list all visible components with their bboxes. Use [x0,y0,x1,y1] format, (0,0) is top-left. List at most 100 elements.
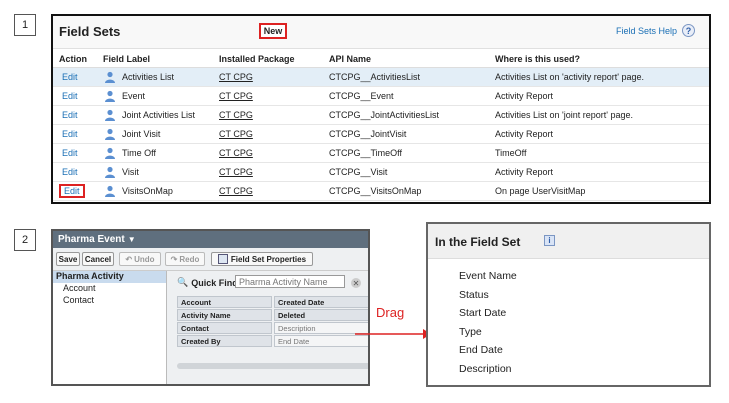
column-header-field-label: Field Label [97,51,213,68]
edit-link[interactable]: Edit [59,71,81,83]
palette-field[interactable]: Activity Name [177,309,272,321]
api-name-cell: CTCPG__Visit [323,162,489,182]
installed-package-link[interactable]: CT CPG [219,148,253,158]
field-palette: 🔍 Quick Find ✕ AccountCreated DateActivi… [167,271,368,384]
undo-icon: ↶ [125,254,133,264]
field-set-item[interactable]: Status [459,289,489,301]
user-add-icon [103,128,117,140]
table-row: Edit Joint Visit CT CPG CTCPG__JointVisit Ac… [53,124,709,144]
drag-arrow-icon [355,329,431,339]
user-add-icon [103,166,117,178]
installed-package-link[interactable]: CT CPG [219,167,253,177]
save-button[interactable]: Save [56,252,80,266]
action-cell: Edit [53,86,97,106]
field-set-item[interactable]: Type [459,326,482,338]
quick-find-label: Quick Find [191,277,238,288]
field-label-cell: Activities List [97,67,213,87]
action-cell: Edit [53,181,97,201]
redo-button[interactable]: ↷ Redo [165,252,205,266]
api-name-cell: CTCPG__ActivitiesList [323,67,489,87]
installed-package-link[interactable]: CT CPG [219,186,253,196]
table-header-row: Action Field Label Installed Package API… [53,51,709,68]
edit-link[interactable]: Edit [59,184,85,198]
table-row: Edit VisitsOnMap CT CPG CTCPG__VisitsOnMap O… [53,181,709,201]
where-used-cell: Activities List on 'joint report' page. [489,105,709,125]
edit-link[interactable]: Edit [59,166,81,178]
package-cell: CT CPG [213,162,323,182]
undo-button[interactable]: ↶ Undo [119,252,161,266]
editor-title: Pharma Event [58,234,125,245]
where-used-cell: TimeOff [489,143,709,163]
palette-field[interactable]: Account [177,296,272,308]
new-button[interactable]: New [259,23,287,39]
edit-link[interactable]: Edit [59,90,81,102]
palette-field[interactable]: Created By [177,335,272,347]
installed-package-link[interactable]: CT CPG [219,72,253,82]
installed-package-link[interactable]: CT CPG [219,129,253,139]
quick-find: 🔍 Quick Find [177,277,238,288]
field-set-item[interactable]: Description [459,363,512,375]
info-icon[interactable]: i [544,235,555,246]
user-add-icon [103,109,117,121]
chevron-down-icon[interactable]: ▼ [128,235,136,244]
search-icon: 🔍 [177,277,189,287]
clear-icon[interactable]: ✕ [351,278,361,288]
object-sidebar: Pharma Activity Account Contact [53,271,167,384]
installed-package-link[interactable]: CT CPG [219,91,253,101]
table-row: Edit Activities List CT CPG CTCPG__Activiti… [53,67,709,87]
field-label-cell: Joint Activities List [97,105,213,125]
palette-field[interactable]: Created Date [274,296,368,308]
field-set-item[interactable]: Event Name [459,270,517,282]
field-label-cell: Visit [97,162,213,182]
field-set-item[interactable]: End Date [459,344,503,356]
sidebar-item-account[interactable]: Account [53,283,166,295]
package-cell: CT CPG [213,143,323,163]
field-sets-header: Field Sets New Field Sets Help ? [53,16,709,49]
field-label-cell: Time Off [97,143,213,163]
installed-package-link[interactable]: CT CPG [219,110,253,120]
undo-label: Undo [134,254,155,264]
horizontal-scrollbar[interactable] [177,363,368,369]
package-cell: CT CPG [213,86,323,106]
step-number-1: 1 [14,14,36,36]
edit-link[interactable]: Edit [59,109,81,121]
in-field-set-panel: In the Field Set i Event Name Status Start… [426,222,711,387]
quick-find-input[interactable] [235,275,345,288]
action-cell: Edit [53,162,97,182]
cancel-button[interactable]: Cancel [82,252,114,266]
user-add-icon [103,147,117,159]
package-cell: CT CPG [213,124,323,144]
api-name-cell: CTCPG__VisitsOnMap [323,181,489,201]
table-row: Edit Event CT CPG CTCPG__Event Activity Repo… [53,86,709,106]
package-cell: CT CPG [213,67,323,87]
action-cell: Edit [53,124,97,144]
field-label: Time Off [122,148,157,158]
user-add-icon [103,71,117,83]
palette-field[interactable]: Deleted [274,309,368,321]
sidebar-item-contact[interactable]: Contact [53,295,166,307]
sidebar-item-pharma-activity[interactable]: Pharma Activity [53,271,166,283]
api-name-cell: CTCPG__JointVisit [323,124,489,144]
edit-link[interactable]: Edit [59,147,81,159]
in-field-set-title: In the Field Set [435,235,521,249]
field-sets-help-link[interactable]: Field Sets Help [616,26,677,36]
field-label: Joint Activities List [122,110,196,120]
field-label: Event [122,91,146,101]
field-set-item[interactable]: Start Date [459,307,506,319]
api-name-cell: CTCPG__TimeOff [323,143,489,163]
where-used-cell: Activity Report [489,162,709,182]
redo-icon: ↷ [170,254,178,264]
column-header-action: Action [53,51,97,68]
field-set-properties-button[interactable]: Field Set Properties [211,252,313,266]
edit-link[interactable]: Edit [59,128,81,140]
field-sets-panel: Field Sets New Field Sets Help ? Action … [51,14,711,204]
where-used-cell: Activity Report [489,124,709,144]
api-name-cell: CTCPG__JointActivitiesList [323,105,489,125]
palette-field[interactable]: Contact [177,322,272,334]
package-cell: CT CPG [213,105,323,125]
help-icon[interactable]: ? [682,24,695,37]
field-label: Visit [122,167,139,177]
table-row: Edit Time Off CT CPG CTCPG__TimeOff TimeOff [53,143,709,163]
field-label-cell: VisitsOnMap [97,181,213,201]
field-sets-table: Action Field Label Installed Package API… [53,51,709,201]
